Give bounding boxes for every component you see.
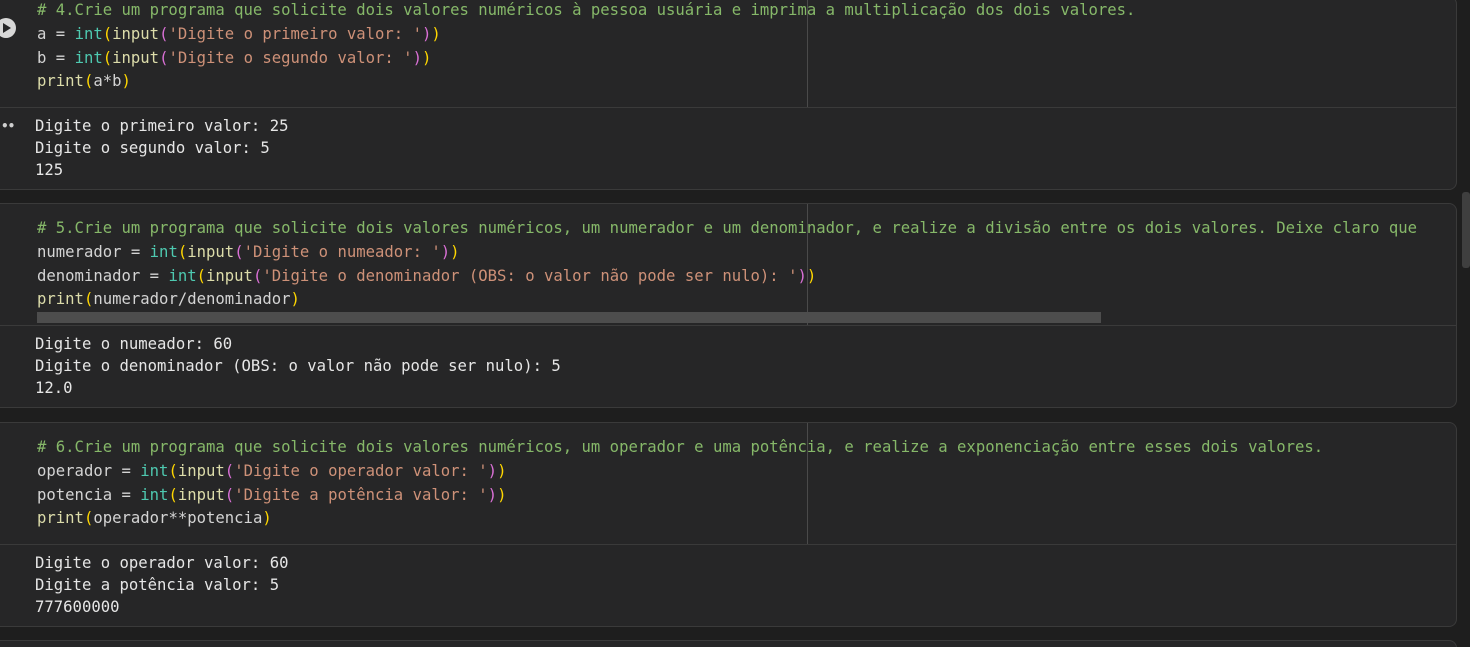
output-line: Digite o primeiro valor: 25 <box>35 117 289 135</box>
code-line: print(numerador/denominador) <box>37 290 300 308</box>
code-line: print(operador**potencia) <box>37 509 272 527</box>
horizontal-scrollbar[interactable] <box>37 312 1101 323</box>
code-line: numerador = int(input('Digite o numeador… <box>37 243 460 261</box>
code-editor[interactable]: # 6.Crie um programa que solicite dois v… <box>0 423 1456 545</box>
code-cell-4[interactable]: # 4.Crie um programa que solicite dois v… <box>0 0 1457 190</box>
output-line: Digite o operador valor: 60 <box>35 554 289 572</box>
code-line: operador = int(input('Digite o operador … <box>37 462 507 480</box>
output-line: Digite o denominador (OBS: o valor não p… <box>35 357 561 375</box>
code-comment: # 6.Crie um programa que solicite dois v… <box>37 438 1324 456</box>
output-line: Digite o numeador: 60 <box>35 335 233 353</box>
code-comment: # 5.Crie um programa que solicite dois v… <box>37 219 1418 237</box>
output-line: 125 <box>35 161 64 179</box>
code-comment: # 4.Crie um programa que solicite dois v… <box>37 1 1136 19</box>
output-line: 777600000 <box>35 598 120 616</box>
code-editor[interactable]: # 4.Crie um programa que solicite dois v… <box>0 0 1456 108</box>
output-line: Digite a potência valor: 5 <box>35 576 280 594</box>
code-cell-6[interactable]: # 6.Crie um programa que solicite dois v… <box>0 422 1457 627</box>
code-line: potencia = int(input('Digite a potência … <box>37 486 507 504</box>
code-line: b = int(input('Digite o segundo valor: '… <box>37 49 432 67</box>
output-line: 12.0 <box>35 379 73 397</box>
more-horizontal-icon[interactable]: •• <box>1 119 15 133</box>
page-scrollbar[interactable] <box>1462 192 1470 268</box>
code-cell-5[interactable]: # 5.Crie um programa que solicite dois v… <box>0 203 1457 408</box>
code-editor[interactable]: # 5.Crie um programa que solicite dois v… <box>0 204 1456 326</box>
output-line: Digite o segundo valor: 5 <box>35 139 270 157</box>
code-line: denominador = int(input('Digite o denomi… <box>37 267 817 285</box>
code-cell-next[interactable] <box>0 640 1457 647</box>
code-line: print(a*b) <box>37 72 131 90</box>
code-line: a = int(input('Digite o primeiro valor: … <box>37 25 441 43</box>
